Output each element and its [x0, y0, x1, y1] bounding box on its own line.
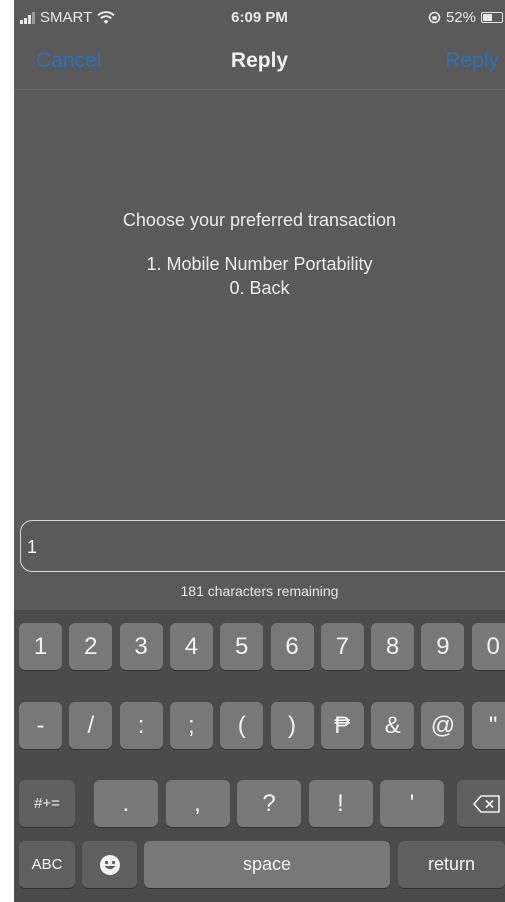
message-prompt: Choose your preferred transaction [122, 210, 397, 230]
key-symbol-6[interactable]: ₱ [320, 702, 364, 749]
menu-option-0: 0. Back [229, 278, 290, 298]
ussd-message: Choose your preferred transaction 1. Mob… [14, 208, 505, 300]
backspace-icon [473, 794, 500, 813]
rotation-lock-icon [428, 11, 441, 24]
key-number-5[interactable]: 6 [270, 623, 314, 670]
status-right: 52% [428, 9, 503, 26]
key-space[interactable]: space [144, 841, 390, 888]
battery-icon [481, 12, 503, 23]
key-abc[interactable]: ABC [19, 841, 75, 888]
key-backspace[interactable] [457, 780, 505, 827]
phone-screen: SMART 6:09 PM 52% Cancel Reply Reply Cho… [14, 0, 505, 902]
battery-percent: 52% [445, 9, 476, 26]
key-number-6[interactable]: 7 [320, 623, 364, 670]
key-number-2[interactable]: 3 [119, 623, 163, 670]
reply-button[interactable]: Reply [445, 49, 499, 73]
keyboard: #+= ABC space return 1 2 3 4 5 6 7 8 9 0 - /:;() ₱ & @… [14, 610, 505, 902]
key-number-0[interactable]: 1 [19, 623, 62, 670]
key-symbol-8[interactable]: @ [421, 702, 465, 749]
emoji-icon [99, 854, 120, 875]
key-number-4[interactable]: 5 [220, 623, 264, 670]
key-punctuation-2[interactable]: ? [237, 780, 301, 827]
reply-input[interactable]: 1 [20, 520, 505, 572]
key-punctuation-1[interactable]: , [165, 780, 230, 827]
key-punctuation-0[interactable]: . [94, 780, 158, 827]
status-bar: SMART 6:09 PM 52% [14, 0, 505, 36]
nav-bar: Cancel Reply Reply [14, 36, 505, 90]
key-number-8[interactable]: 9 [421, 623, 465, 670]
key-emoji[interactable] [82, 841, 137, 888]
key-number-3[interactable]: 4 [169, 623, 213, 670]
key-number-9[interactable]: 0 [471, 623, 505, 670]
key-symbol-7[interactable]: & [371, 702, 415, 749]
menu-option-1: 1. Mobile Number Portability [146, 254, 373, 274]
characters-remaining: 181 characters remaining [180, 583, 339, 599]
key-symbol-2[interactable]: : [119, 702, 163, 749]
key-number-7[interactable]: 8 [371, 623, 415, 670]
key-symbols-mode[interactable]: #+= [19, 780, 75, 827]
key-number-1[interactable]: 2 [69, 623, 113, 670]
key-symbol-4[interactable]: ( [220, 702, 264, 749]
key-return[interactable]: return [398, 841, 505, 888]
cancel-button[interactable]: Cancel [36, 49, 101, 73]
key-symbol-1[interactable]: / [69, 702, 113, 749]
key-punctuation-4[interactable]: ' [380, 780, 444, 827]
key-symbol-5[interactable]: ) [270, 702, 314, 749]
key-symbol-0[interactable]: - [19, 702, 62, 749]
key-punctuation-3[interactable]: ! [308, 780, 373, 827]
key-symbol-3[interactable]: ; [169, 702, 213, 749]
key-symbol-9[interactable]: " [471, 702, 505, 749]
